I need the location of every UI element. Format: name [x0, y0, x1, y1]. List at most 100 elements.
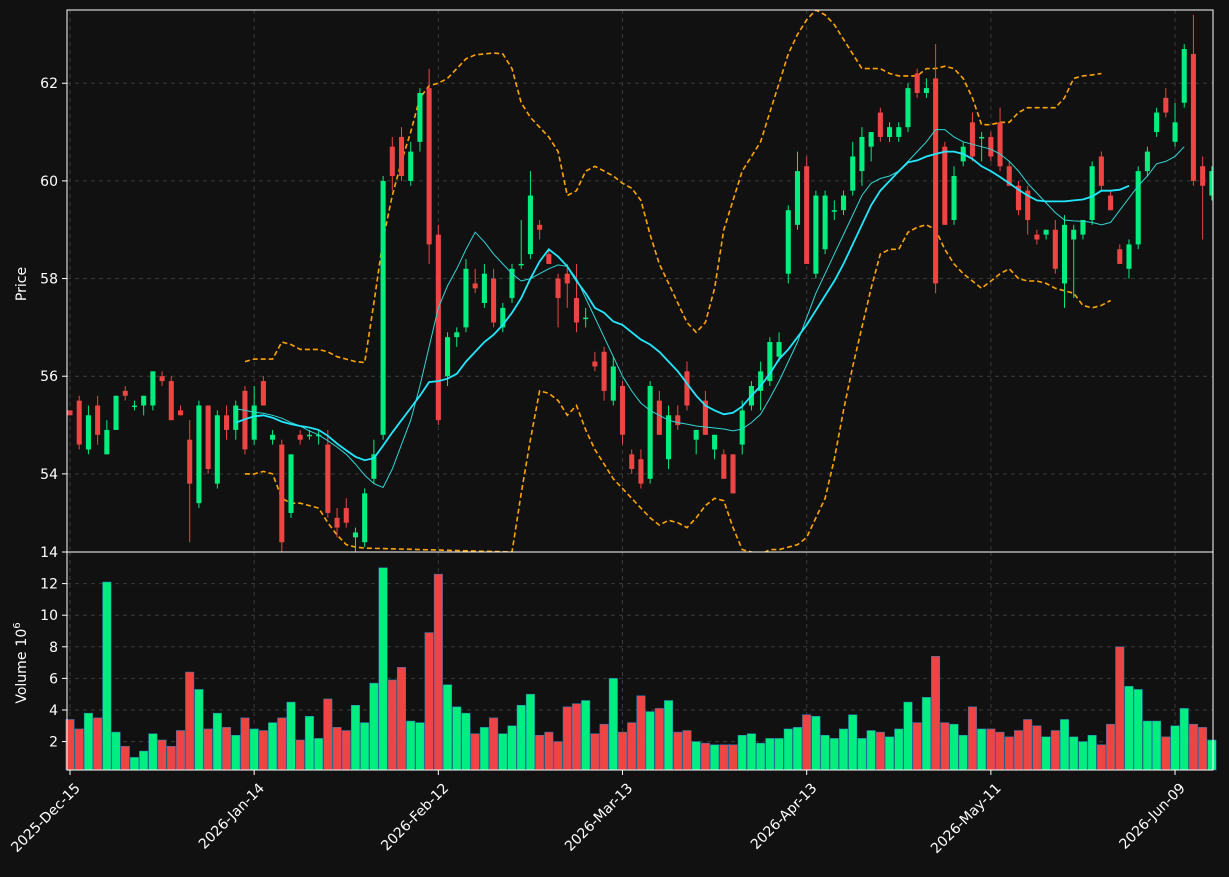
- volume-bar: [507, 725, 517, 771]
- candle-body: [1034, 234, 1040, 240]
- volume-bar: [654, 708, 664, 771]
- candle-body: [150, 371, 156, 406]
- volume-bar: [323, 698, 333, 771]
- volume-bar: [608, 678, 618, 771]
- candle-body: [933, 78, 939, 284]
- volume-bar: [148, 733, 158, 771]
- volume-bar: [811, 716, 821, 771]
- volume-bar: [1096, 744, 1106, 771]
- candle-body: [159, 376, 165, 382]
- candle-body: [527, 195, 533, 255]
- volume-bar: [765, 738, 775, 771]
- volume-bar: [995, 731, 1005, 771]
- volume-bar: [1133, 689, 1143, 771]
- volume-bar: [746, 733, 756, 771]
- candle-body: [564, 273, 570, 284]
- volume-bar: [562, 706, 572, 771]
- volume-bar: [304, 716, 314, 771]
- candle-body: [546, 254, 552, 264]
- volume-bar: [627, 722, 637, 771]
- candle-body: [988, 136, 994, 157]
- volume-bar: [903, 701, 913, 771]
- volume-bar: [470, 733, 480, 771]
- price-tick-label: 56: [40, 369, 58, 385]
- volume-bar: [378, 567, 388, 771]
- candle-body: [804, 166, 810, 264]
- candle-body: [408, 151, 414, 181]
- candle-body: [601, 351, 607, 391]
- candle-body: [850, 156, 856, 191]
- volume-bar: [673, 731, 683, 771]
- volume-bar: [1170, 725, 1180, 771]
- volume-bar: [728, 744, 738, 771]
- candle-body: [251, 405, 257, 440]
- volume-bar: [820, 734, 830, 771]
- volume-bar: [525, 693, 535, 771]
- volume-bar: [839, 728, 849, 771]
- candle: [822, 190, 828, 255]
- volume-bar: [774, 738, 784, 771]
- volume-bar: [664, 700, 674, 771]
- volume-axis-label-unit: 10: [14, 629, 30, 647]
- volume-bar: [590, 733, 600, 771]
- volume-bar: [894, 728, 904, 771]
- candle-body: [1071, 229, 1077, 240]
- candle: [1015, 180, 1022, 216]
- candle-body: [95, 405, 101, 435]
- candle-body: [656, 400, 662, 435]
- candle: [877, 107, 883, 142]
- volume-bar: [139, 750, 149, 771]
- volume-bar: [857, 738, 867, 771]
- candle: [942, 141, 948, 225]
- candle-body: [905, 88, 911, 128]
- candle-body: [997, 122, 1003, 167]
- volume-bar: [231, 734, 241, 771]
- candle: [933, 44, 939, 294]
- volume-bar: [1161, 736, 1171, 771]
- volume-bar: [286, 701, 296, 771]
- volume-bar: [875, 731, 885, 771]
- volume-bar: [479, 727, 489, 771]
- candle-body: [887, 127, 893, 137]
- candle: [362, 488, 368, 548]
- candle-body: [306, 434, 312, 437]
- candle-body: [1163, 97, 1169, 113]
- candle-body: [454, 332, 460, 338]
- candle-body: [813, 195, 819, 274]
- volume-bar: [645, 711, 655, 771]
- volume-bar: [1004, 736, 1014, 771]
- price-tick-label: 54: [40, 467, 58, 483]
- candle-body: [445, 337, 451, 377]
- candle-body: [730, 454, 736, 494]
- candle-body: [297, 434, 303, 440]
- candle-body: [629, 454, 635, 469]
- volume-bar: [424, 632, 434, 771]
- candle-body: [776, 342, 782, 357]
- candle-body: [85, 415, 91, 450]
- price-tick-label: 60: [40, 174, 58, 190]
- candle-body: [491, 278, 497, 323]
- candle-body: [187, 439, 193, 484]
- candle-body: [1098, 156, 1104, 186]
- volume-bar: [120, 746, 130, 771]
- volume-bar: [1188, 723, 1198, 771]
- volume-bar: [240, 717, 250, 771]
- volume-bar: [387, 679, 397, 771]
- candle-body: [555, 278, 561, 299]
- candle-body: [868, 132, 874, 147]
- volume-bar: [581, 700, 591, 771]
- candle-body: [840, 195, 847, 211]
- candle-body: [914, 73, 920, 94]
- candle-body: [573, 298, 580, 323]
- volume-bar: [406, 720, 416, 771]
- candle-body: [168, 381, 174, 421]
- volume-bar: [544, 731, 554, 771]
- price-tick-label: 58: [40, 272, 58, 288]
- candle-body: [831, 210, 837, 212]
- volume-bar: [350, 704, 360, 771]
- candle-body: [463, 268, 469, 328]
- candle: [905, 83, 911, 133]
- volume-bar: [1041, 736, 1051, 771]
- volume-bar: [931, 656, 941, 771]
- volume-bar: [1207, 739, 1217, 771]
